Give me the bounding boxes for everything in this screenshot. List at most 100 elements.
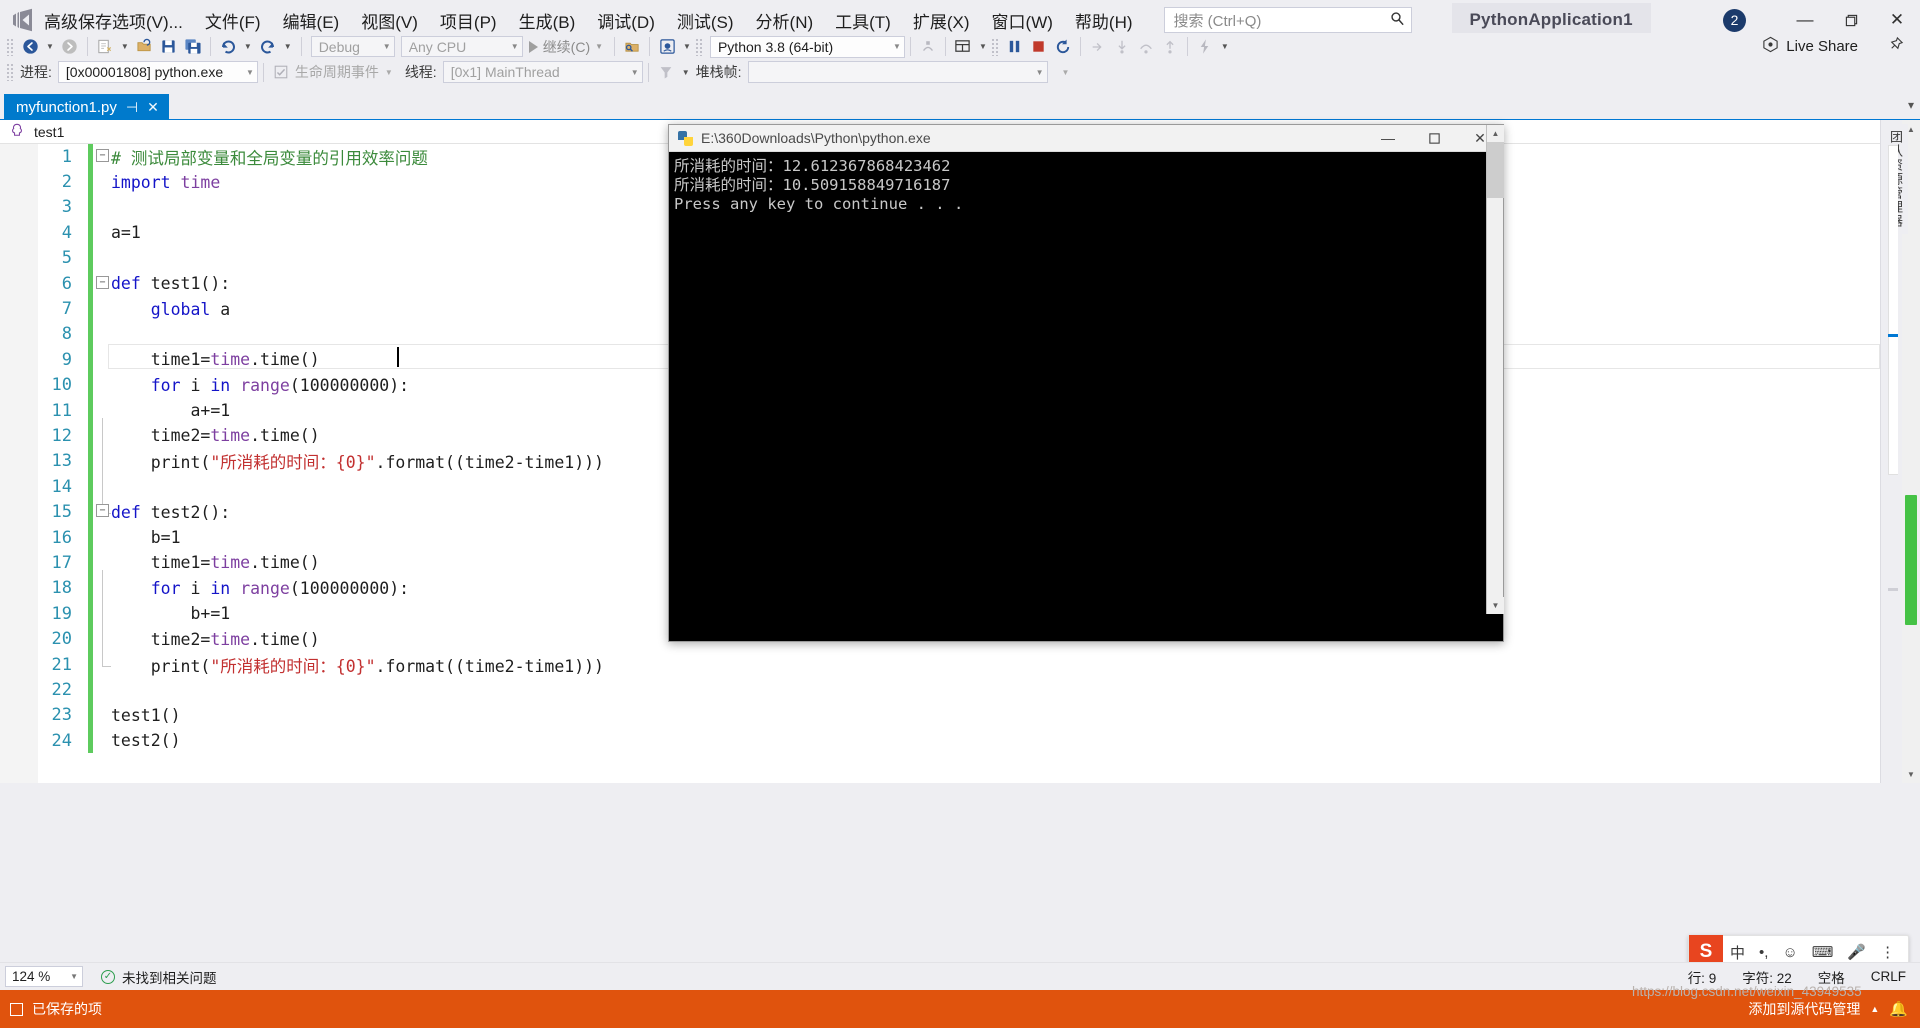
console-scroll-up-icon[interactable]: ▲: [1487, 125, 1504, 142]
new-project-icon[interactable]: [93, 35, 117, 59]
show-next-statement-icon[interactable]: [1086, 35, 1110, 59]
ime-mode-chinese[interactable]: 中: [1723, 942, 1752, 963]
console-scrollbar-thumb[interactable]: [1487, 142, 1504, 198]
code-line[interactable]: 24 test2(): [0, 727, 1880, 754]
ime-punctuation-icon[interactable]: •,: [1752, 944, 1775, 961]
zoom-level-combo[interactable]: 124 % ▼: [5, 966, 83, 987]
new-project-dropdown[interactable]: ▼: [117, 42, 133, 51]
collapse-toggle[interactable]: −: [96, 149, 109, 162]
code-token: .time(): [250, 629, 320, 649]
code-line[interactable]: 22: [0, 677, 1880, 703]
open-file-icon[interactable]: [133, 35, 157, 59]
navigate-backward-dropdown[interactable]: ▼: [42, 42, 58, 51]
close-tab-icon[interactable]: ✕: [147, 99, 159, 116]
console-scroll-down-icon[interactable]: ▼: [1487, 597, 1504, 614]
console-title-bar[interactable]: E:\360Downloads\Python\python.exe — ✕: [669, 125, 1503, 152]
play-icon: [528, 40, 538, 53]
navigate-backward-icon[interactable]: [18, 35, 42, 59]
layout-dropdown[interactable]: ▼: [975, 42, 991, 51]
code-text: test2(): [93, 731, 181, 750]
notification-bell-icon[interactable]: 🔔: [1889, 1000, 1908, 1018]
line-number: 24: [51, 730, 72, 751]
saved-items-status[interactable]: 已保存的项: [10, 999, 102, 1019]
scroll-down-icon[interactable]: ▼: [1902, 765, 1920, 783]
thread-combo[interactable]: [0x1] MainThread ▼: [442, 61, 643, 83]
intellicode-dropdown[interactable]: ▼: [679, 42, 695, 51]
code-token: time: [180, 172, 221, 192]
redo-dropdown[interactable]: ▼: [280, 42, 296, 51]
hot-reload-dropdown[interactable]: ▼: [1217, 42, 1233, 51]
chevron-down-icon[interactable]: ▼: [385, 68, 393, 77]
ime-more-icon[interactable]: ⋮: [1873, 943, 1902, 961]
watermark-url: https://blog.csdn.net/weixin_43949535: [1632, 984, 1862, 999]
pin-toolbar-icon[interactable]: [1887, 36, 1904, 58]
attach-to-process-icon[interactable]: [620, 35, 644, 59]
stop-debugging-icon[interactable]: [1027, 35, 1051, 59]
code-line[interactable]: 23 test1(): [0, 702, 1880, 728]
tab-myfunction1-py[interactable]: myfunction1.py ⊣ ✕: [4, 94, 169, 120]
step-icon[interactable]: [916, 35, 940, 59]
toolbar-separator: [649, 37, 651, 56]
lifecycle-events-icon[interactable]: [269, 60, 293, 84]
line-number: 16: [51, 527, 72, 548]
line-number: 13: [51, 451, 72, 472]
live-share-button[interactable]: Live Share: [1762, 36, 1858, 58]
notification-badge[interactable]: 2: [1723, 8, 1746, 32]
console-minimize-button[interactable]: —: [1365, 125, 1411, 152]
text-caret: [397, 347, 399, 367]
python-interpreter-combo[interactable]: Python 3.8 (64-bit) ▼: [709, 35, 905, 58]
step-over-icon[interactable]: [1134, 35, 1158, 59]
python-icon: [678, 130, 693, 146]
undo-dropdown[interactable]: ▼: [240, 42, 256, 51]
save-icon[interactable]: [157, 35, 181, 59]
navigate-forward-icon[interactable]: [58, 35, 82, 59]
chevron-down-icon: ▼: [382, 42, 391, 51]
collapse-toggle[interactable]: −: [96, 275, 109, 289]
solution-platform-combo[interactable]: Any CPU ▼: [400, 36, 523, 57]
process-combo[interactable]: [0x00001808] python.exe ▼: [57, 61, 258, 83]
stackframe-combo[interactable]: ▼: [747, 61, 1048, 83]
code-token: time1=: [111, 553, 211, 573]
navigation-scope[interactable]: test1: [34, 124, 64, 140]
ime-voice-icon[interactable]: 🎤: [1840, 943, 1873, 961]
filter-icon[interactable]: [654, 60, 678, 84]
ime-keyboard-icon[interactable]: ⌨: [1805, 943, 1841, 961]
undo-icon[interactable]: [216, 35, 240, 59]
hot-reload-icon[interactable]: [1193, 35, 1217, 59]
code-token: range: [240, 375, 290, 395]
line-ending-mode[interactable]: CRLF: [1871, 969, 1906, 984]
tab-overflow-icon[interactable]: ▾: [1908, 98, 1914, 112]
toolbar-grip[interactable]: [694, 37, 704, 56]
filter-dropdown[interactable]: ▼: [678, 68, 694, 77]
scrollbar-thumb[interactable]: [1905, 495, 1917, 625]
console-maximize-button[interactable]: [1411, 125, 1457, 152]
collapse-toggle[interactable]: −: [96, 504, 109, 518]
toolbar-grip[interactable]: [990, 37, 1000, 56]
console-scrollbar[interactable]: ▲ ▼: [1486, 125, 1504, 614]
search-input[interactable]: 搜索 (Ctrl+Q): [1163, 7, 1412, 33]
pin-tab-icon[interactable]: ⊣: [126, 99, 138, 116]
redo-icon[interactable]: [256, 35, 280, 59]
break-all-icon[interactable]: [1003, 35, 1027, 59]
step-out-icon[interactable]: [1158, 35, 1182, 59]
solution-explorer-edge[interactable]: [1888, 145, 1898, 475]
code-line[interactable]: 21 print("所消耗的时间：{0}".format((time2-time…: [0, 651, 1880, 678]
python-console-window[interactable]: E:\360Downloads\Python\python.exe — ✕ 所消…: [668, 124, 1504, 642]
toolbar-overflow-icon[interactable]: ▼: [1062, 68, 1070, 77]
ime-emoji-icon[interactable]: ☺: [1775, 944, 1804, 961]
layout-windows-icon[interactable]: [951, 35, 975, 59]
toolbar-grip[interactable]: [6, 37, 15, 56]
toolbar-grip[interactable]: [6, 63, 15, 81]
toolbar-separator: [944, 37, 946, 56]
add-to-source-control[interactable]: 添加到源代码管理 ▲ 🔔: [1748, 999, 1908, 1019]
intellicode-icon[interactable]: [655, 35, 679, 59]
step-into-icon[interactable]: [1110, 35, 1134, 59]
solution-configuration-combo[interactable]: Debug ▼: [310, 36, 395, 57]
continue-button[interactable]: 继续(C) ▼: [523, 37, 609, 57]
save-all-icon[interactable]: [181, 35, 205, 59]
issues-status[interactable]: ✓ 未找到相关问题: [101, 967, 217, 987]
restart-icon[interactable]: [1051, 35, 1075, 59]
code-token: "所消耗的时间：{0}": [210, 453, 376, 473]
